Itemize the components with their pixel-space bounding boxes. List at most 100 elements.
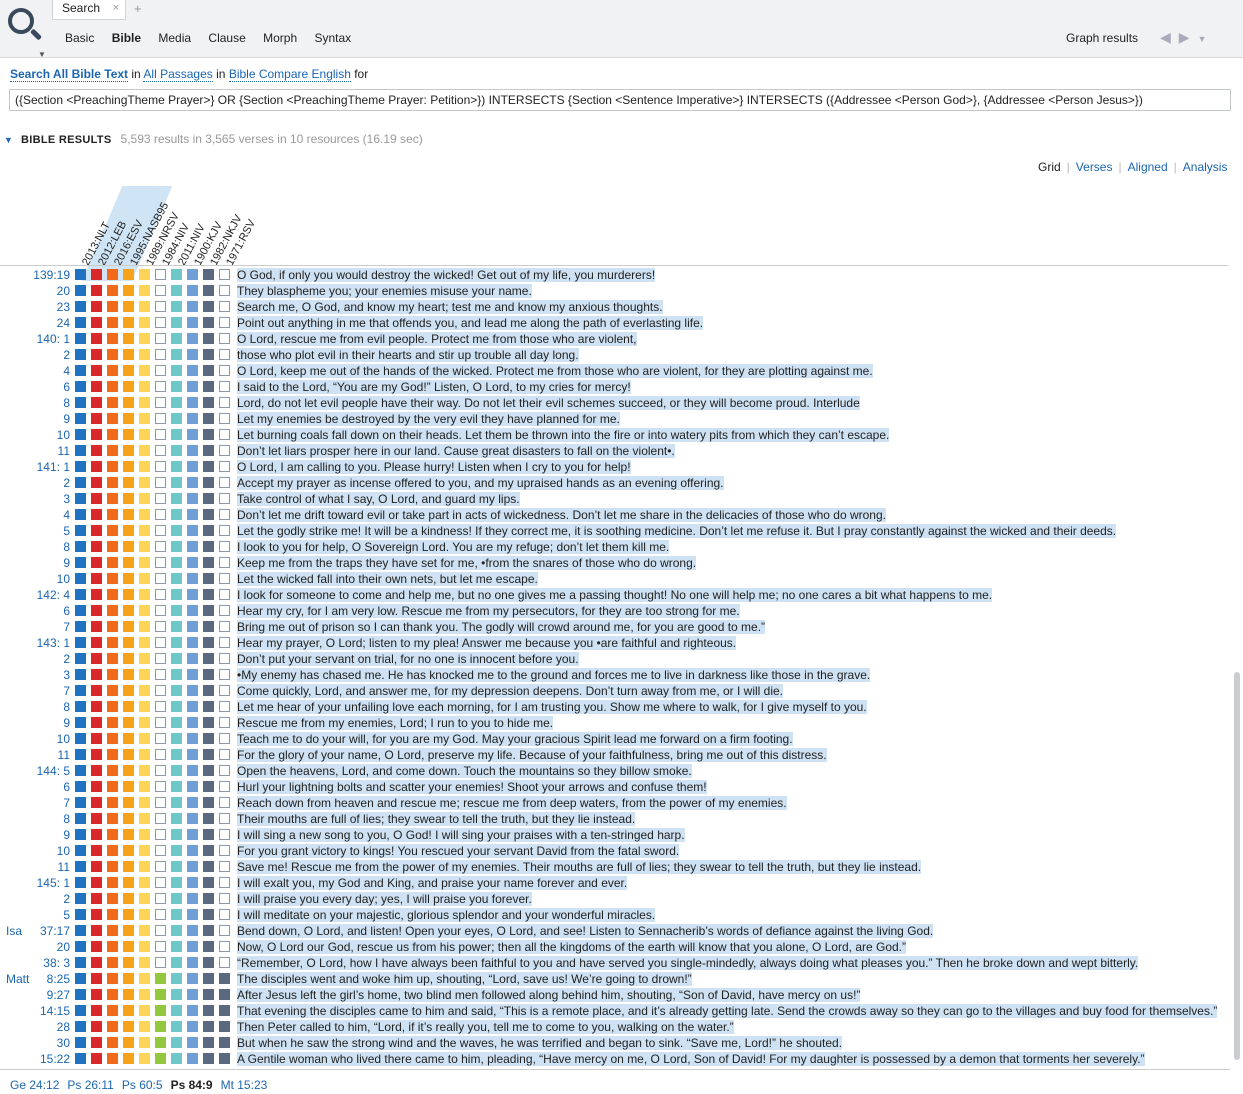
result-cell[interactable] bbox=[219, 829, 230, 840]
result-cell[interactable] bbox=[187, 413, 198, 424]
result-cell[interactable] bbox=[171, 525, 182, 536]
result-cell[interactable] bbox=[75, 381, 86, 392]
result-cell[interactable] bbox=[219, 541, 230, 552]
result-cell[interactable] bbox=[219, 669, 230, 680]
results-header[interactable]: ▼ BIBLE RESULTS 5,593 results in 3,565 v… bbox=[4, 132, 423, 146]
table-row[interactable]: 20 They blaspheme you; your enemies misus… bbox=[0, 283, 1230, 299]
result-cell[interactable] bbox=[171, 1005, 182, 1016]
result-cell[interactable] bbox=[203, 717, 214, 728]
result-cell[interactable] bbox=[107, 669, 118, 680]
result-cell[interactable] bbox=[187, 509, 198, 520]
result-cell[interactable] bbox=[203, 589, 214, 600]
result-cell[interactable] bbox=[171, 477, 182, 488]
result-cell[interactable] bbox=[155, 573, 166, 584]
result-cell[interactable] bbox=[139, 269, 150, 280]
table-row[interactable]: 2 Don’t put your servant on trial, for no… bbox=[0, 651, 1230, 667]
result-cell[interactable] bbox=[203, 909, 214, 920]
result-cell[interactable] bbox=[187, 701, 198, 712]
result-cell[interactable] bbox=[155, 397, 166, 408]
result-cell[interactable] bbox=[219, 813, 230, 824]
table-row[interactable]: 9 I will sing a new song to you, O God! I… bbox=[0, 827, 1230, 843]
result-cell[interactable] bbox=[203, 301, 214, 312]
result-cell[interactable] bbox=[171, 445, 182, 456]
result-cell[interactable] bbox=[123, 365, 134, 376]
verse-text[interactable]: Hurl your lightning bolts and scatter yo… bbox=[237, 779, 707, 795]
result-cell[interactable] bbox=[203, 349, 214, 360]
result-cell[interactable] bbox=[187, 989, 198, 1000]
verse-reference[interactable]: 140: 1 bbox=[37, 332, 70, 346]
result-cell[interactable] bbox=[123, 381, 134, 392]
verse-reference[interactable]: 9 bbox=[63, 828, 70, 842]
result-cell[interactable] bbox=[187, 461, 198, 472]
result-cell[interactable] bbox=[171, 829, 182, 840]
result-cell[interactable] bbox=[171, 733, 182, 744]
table-row[interactable]: 20 Now, O Lord our God, rescue us from hi… bbox=[0, 939, 1230, 955]
result-cell[interactable] bbox=[139, 717, 150, 728]
table-row[interactable]: 140: 1 O Lord, rescue me from evil people… bbox=[0, 331, 1230, 347]
result-cell[interactable] bbox=[171, 541, 182, 552]
result-cell[interactable] bbox=[91, 1053, 102, 1064]
result-cell[interactable] bbox=[91, 621, 102, 632]
verse-text[interactable]: That evening the disciples came to him a… bbox=[237, 1003, 1218, 1019]
result-cell[interactable] bbox=[187, 349, 198, 360]
verse-text[interactable]: Don’t let me drift toward evil or take p… bbox=[237, 507, 886, 523]
result-cell[interactable] bbox=[219, 285, 230, 296]
verse-reference[interactable]: 10 bbox=[57, 844, 70, 858]
result-cell[interactable] bbox=[75, 925, 86, 936]
result-cell[interactable] bbox=[123, 669, 134, 680]
result-cell[interactable] bbox=[75, 749, 86, 760]
tab-analysis[interactable]: Analysis bbox=[1183, 160, 1228, 174]
chevron-down-icon[interactable]: ▼ bbox=[38, 50, 46, 59]
result-cell[interactable] bbox=[75, 285, 86, 296]
result-cell[interactable] bbox=[187, 589, 198, 600]
result-cell[interactable] bbox=[219, 349, 230, 360]
result-cell[interactable] bbox=[219, 685, 230, 696]
result-cell[interactable] bbox=[203, 781, 214, 792]
result-cell[interactable] bbox=[219, 493, 230, 504]
result-cell[interactable] bbox=[171, 717, 182, 728]
result-cell[interactable] bbox=[75, 445, 86, 456]
result-cell[interactable] bbox=[107, 1005, 118, 1016]
table-row[interactable]: 145: 1 I will exalt you, my God and King,… bbox=[0, 875, 1230, 891]
result-cell[interactable] bbox=[171, 589, 182, 600]
result-cell[interactable] bbox=[75, 813, 86, 824]
result-cell[interactable] bbox=[91, 573, 102, 584]
result-cell[interactable] bbox=[155, 605, 166, 616]
result-cell[interactable] bbox=[219, 445, 230, 456]
result-cell[interactable] bbox=[75, 1053, 86, 1064]
result-cell[interactable] bbox=[91, 285, 102, 296]
result-cell[interactable] bbox=[91, 957, 102, 968]
tab-search[interactable]: Search × bbox=[52, 0, 126, 20]
result-cell[interactable] bbox=[155, 941, 166, 952]
verse-reference[interactable]: 8:25 bbox=[47, 972, 70, 986]
table-row[interactable]: 28 Then Peter called to him, “Lord, if it… bbox=[0, 1019, 1230, 1035]
result-cell[interactable] bbox=[171, 701, 182, 712]
result-cell[interactable] bbox=[123, 397, 134, 408]
result-cell[interactable] bbox=[155, 541, 166, 552]
verse-text[interactable]: Reach down from heaven and rescue me; re… bbox=[237, 795, 787, 811]
result-cell[interactable] bbox=[203, 749, 214, 760]
result-cell[interactable] bbox=[107, 477, 118, 488]
result-cell[interactable] bbox=[75, 845, 86, 856]
result-cell[interactable] bbox=[187, 653, 198, 664]
verse-text[interactable]: I will meditate on your majestic, glorio… bbox=[237, 907, 656, 923]
result-cell[interactable] bbox=[219, 589, 230, 600]
result-cell[interactable] bbox=[91, 461, 102, 472]
result-cell[interactable] bbox=[123, 973, 134, 984]
result-cell[interactable] bbox=[139, 493, 150, 504]
result-cell[interactable] bbox=[155, 445, 166, 456]
verse-text[interactable]: I will sing a new song to you, O God! I … bbox=[237, 827, 685, 843]
result-cell[interactable] bbox=[91, 333, 102, 344]
result-cell[interactable] bbox=[219, 845, 230, 856]
result-cell[interactable] bbox=[187, 445, 198, 456]
result-cell[interactable] bbox=[123, 525, 134, 536]
result-cell[interactable] bbox=[187, 781, 198, 792]
verse-text[interactable]: They blaspheme you; your enemies misuse … bbox=[237, 283, 532, 299]
result-cell[interactable] bbox=[75, 989, 86, 1000]
verse-reference[interactable]: 28 bbox=[57, 1020, 70, 1034]
result-cell[interactable] bbox=[219, 1021, 230, 1032]
result-cell[interactable] bbox=[203, 957, 214, 968]
result-cell[interactable] bbox=[139, 829, 150, 840]
result-cell[interactable] bbox=[139, 653, 150, 664]
result-cell[interactable] bbox=[203, 925, 214, 936]
